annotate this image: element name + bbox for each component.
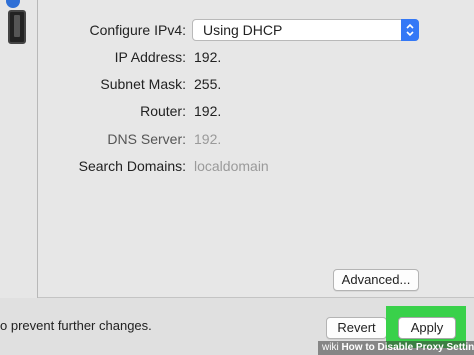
watermark: wiki How to Disable Proxy Settings (318, 341, 474, 355)
router-value: 192. (194, 103, 222, 119)
status-dot-icon (6, 0, 20, 8)
router-label: Router: (140, 103, 186, 119)
revert-button[interactable]: Revert (326, 317, 387, 339)
configure-ipv4-label: Configure IPv4: (89, 22, 187, 38)
subnet-mask-value: 255. (194, 76, 222, 92)
up-down-chevron-icon[interactable] (401, 19, 419, 41)
configure-ipv4-select[interactable]: Using DHCP (192, 19, 419, 41)
lock-message: o prevent further changes. (0, 318, 152, 333)
advanced-button[interactable]: Advanced... (333, 269, 419, 291)
ip-address-label: IP Address: (114, 49, 186, 65)
ip-address-row: IP Address: 192. (38, 46, 474, 68)
subnet-mask-row: Subnet Mask: 255. (38, 73, 474, 95)
search-domains-label: Search Domains: (78, 158, 186, 174)
tcpip-settings: Configure IPv4: Using DHCP IP Address: 1… (38, 0, 474, 298)
watermark-title: How to Disable Proxy Settings (341, 342, 474, 353)
dns-server-label: DNS Server: (107, 131, 186, 147)
search-domains-row: Search Domains: localdomain (38, 155, 474, 177)
dns-server-row: DNS Server: 192. (38, 128, 474, 150)
network-preferences-window: Configure IPv4: Using DHCP IP Address: 1… (0, 0, 474, 355)
configure-ipv4-value: Using DHCP (203, 22, 283, 38)
dns-server-value: 192. (194, 131, 222, 147)
phone-icon[interactable] (8, 10, 26, 44)
settings-panel: Configure IPv4: Using DHCP IP Address: 1… (38, 0, 474, 298)
ip-address-value: 192. (194, 49, 222, 65)
sidebar (0, 0, 38, 298)
subnet-mask-label: Subnet Mask: (100, 76, 186, 92)
search-domains-value: localdomain (194, 158, 269, 174)
watermark-brand: wiki (322, 342, 339, 353)
apply-button[interactable]: Apply (398, 317, 456, 339)
router-row: Router: 192. (38, 100, 474, 122)
